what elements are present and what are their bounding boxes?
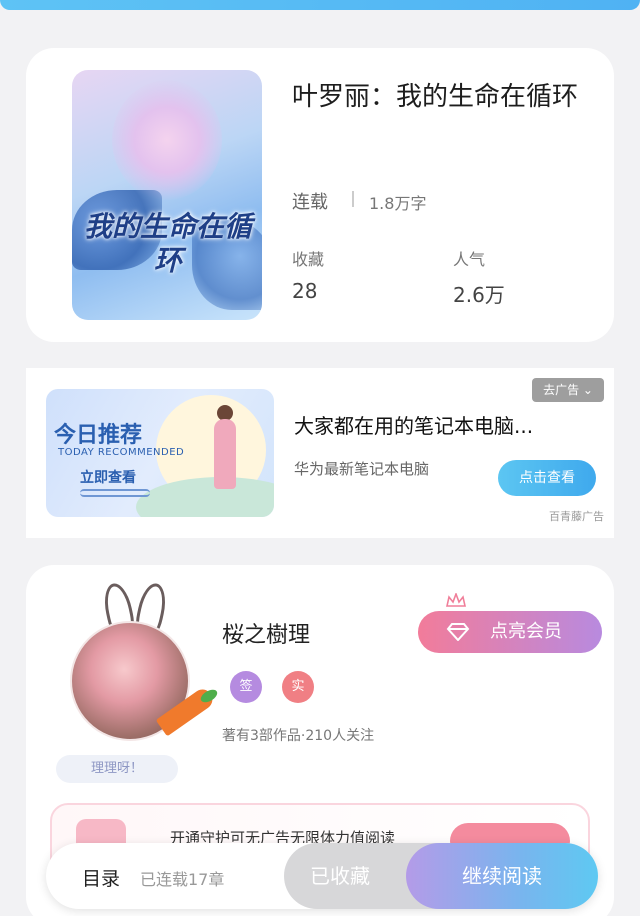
vip-button[interactable]: 点亮会员	[418, 611, 602, 653]
chapter-count: 已连载17章	[140, 870, 225, 889]
remove-ad-button[interactable]: 去广告 ⌄	[532, 378, 604, 402]
author-stats: 著有3部作品·210人关注	[222, 728, 375, 744]
book-title: 叶罗丽：我的生命在循环	[292, 82, 579, 112]
author-tag: 理理呀！	[56, 755, 178, 783]
author-avatar-frame[interactable]	[60, 580, 220, 743]
popularity-label: 人气	[453, 250, 486, 269]
continue-reading-button[interactable]: 继续阅读	[406, 843, 598, 909]
banner-cta: 立即查看	[80, 470, 136, 486]
ad-subtitle: 华为最新笔记本电脑	[294, 460, 430, 478]
top-header-strip	[0, 0, 640, 10]
ad-card[interactable]: 今日推荐 TODAY RECOMMENDED 立即查看 去广告 ⌄ 大家都在用的…	[26, 368, 614, 538]
author-name[interactable]: 桜之樹理	[222, 617, 310, 649]
ad-source: 百青藤广告	[549, 510, 604, 523]
verified-badge: 实	[282, 671, 314, 703]
book-info-card: 我的生命在循环 叶罗丽：我的生命在循环 连载 1.8万字 收藏 28 人气 2.…	[26, 48, 614, 342]
book-cover[interactable]: 我的生命在循环	[72, 70, 262, 320]
banner-wave-decoration	[80, 489, 150, 497]
word-count: 1.8万字	[369, 194, 427, 213]
ad-title: 大家都在用的笔记本电脑...	[294, 414, 534, 438]
cover-art-figure	[112, 80, 222, 200]
ad-view-button[interactable]: 点击查看	[498, 460, 596, 496]
banner-subtitle: TODAY RECOMMENDED	[58, 447, 185, 458]
banner-title: 今日推荐	[54, 423, 143, 448]
book-status: 连载	[292, 192, 328, 213]
diamond-icon	[446, 623, 470, 641]
cover-title: 我的生命在循环	[83, 210, 252, 277]
signed-badge: 签	[230, 671, 262, 703]
banner-hill	[136, 477, 274, 517]
bottom-action-bar: 目录 已连载17章 已收藏 继续阅读	[46, 843, 598, 909]
banner-girl	[214, 419, 236, 489]
vip-button-label: 点亮会员	[490, 621, 562, 642]
ad-banner-image[interactable]: 今日推荐 TODAY RECOMMENDED 立即查看	[46, 389, 274, 517]
toc-button[interactable]: 目录	[82, 864, 120, 891]
favorites-value: 28	[292, 279, 318, 303]
favorites-label: 收藏	[292, 250, 325, 269]
popularity-value: 2.6万	[453, 283, 505, 307]
crown-icon	[446, 593, 466, 607]
divider	[352, 191, 354, 207]
